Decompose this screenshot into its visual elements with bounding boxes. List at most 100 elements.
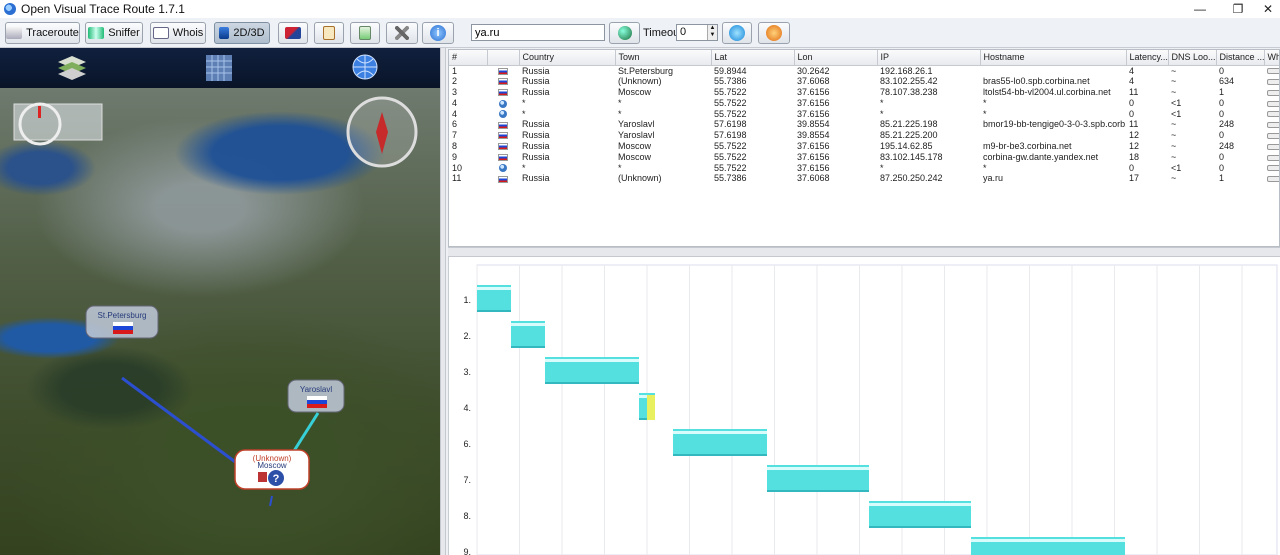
table-cell: 83.102.145.178 — [880, 151, 943, 162]
flag-cell — [487, 109, 519, 120]
gantt-bar[interactable] — [511, 321, 545, 348]
table-row[interactable]: 6 Russia Yaroslavl 57.6198 39.8554 85.21.225.… — [449, 119, 1279, 130]
column-header[interactable]: Lon — [794, 50, 878, 66]
map-panel[interactable]: St.Petersburg Yaroslavl (Unknown) Moscow… — [0, 48, 440, 555]
whois-row-button[interactable] — [1267, 100, 1279, 107]
flag-cell — [487, 141, 519, 152]
table-cell: 0 — [1129, 162, 1135, 173]
table-cell: 7 — [452, 130, 458, 141]
whois-row-button[interactable] — [1267, 132, 1279, 139]
table-cell: ~ — [1171, 76, 1177, 87]
compass-icon[interactable] — [346, 96, 418, 168]
whois-row-button[interactable] — [1267, 78, 1279, 85]
whois-row-button[interactable] — [1267, 176, 1279, 183]
clipboard-button[interactable] — [314, 22, 344, 44]
table-cell: 634 — [1219, 76, 1235, 87]
table-row[interactable]: 9 Russia Moscow 55.7522 37.6156 83.102.145.17… — [449, 151, 1279, 163]
traceroute-button[interactable]: Traceroute — [5, 22, 80, 44]
gantt-bar[interactable] — [545, 357, 639, 384]
horizontal-splitter[interactable] — [448, 247, 1280, 257]
grid-icon[interactable] — [206, 55, 232, 81]
layers-icon[interactable] — [58, 56, 86, 80]
table-cell: bras55-lo0.spb.corbina.net — [983, 76, 1090, 87]
table-cell: Moscow — [618, 151, 652, 162]
whois-row-button[interactable] — [1267, 111, 1279, 118]
timeout-stepper[interactable]: 0 ▲ ▼ — [676, 24, 718, 41]
table-row[interactable]: 10 * * 55.7522 37.6156 * * 0 <1 0 — [449, 162, 1279, 174]
map-label-st-petersburg: St.Petersburg — [98, 311, 147, 320]
gantt-bar[interactable] — [477, 285, 511, 312]
settings-button[interactable] — [386, 22, 418, 44]
whois-row-button[interactable] — [1267, 122, 1279, 129]
stepper-arrows-icon[interactable]: ▲ ▼ — [707, 25, 717, 40]
map-view-button[interactable] — [278, 22, 308, 44]
table-cell: 3 — [452, 87, 458, 98]
column-header[interactable]: Latency... — [1126, 50, 1169, 66]
table-cell: * — [522, 108, 526, 119]
column-header[interactable]: Town — [615, 50, 712, 66]
resolve-host-button[interactable] — [609, 22, 640, 44]
globe-view-icon[interactable] — [352, 54, 378, 80]
table-cell: ~ — [1171, 65, 1177, 76]
gantt-bar[interactable] — [673, 429, 767, 456]
table-row[interactable]: 2 Russia (Unknown) 55.7386 37.6068 83.102.255… — [449, 76, 1279, 87]
sniffer-icon — [88, 27, 105, 39]
table-cell: Russia — [522, 151, 550, 162]
vertical-splitter[interactable] — [440, 48, 446, 555]
map-marker-st-petersburg[interactable]: St.Petersburg — [85, 305, 159, 339]
whois-row-button[interactable] — [1267, 89, 1279, 96]
whois-row-button[interactable] — [1267, 143, 1279, 150]
map-marker-moscow[interactable]: (Unknown) Moscow ? — [234, 449, 310, 490]
gantt-row-label: 6. — [463, 439, 471, 449]
whois-cell — [1264, 173, 1279, 184]
flag-russia-icon — [498, 89, 508, 97]
satellite-map[interactable]: St.Petersburg Yaroslavl (Unknown) Moscow… — [0, 88, 440, 555]
table-cell: 4 — [1129, 76, 1135, 87]
view-2d3d-button[interactable]: 2D/3D — [214, 22, 270, 44]
column-header[interactable]: # — [449, 50, 488, 66]
table-row[interactable]: 4 * * 55.7522 37.6156 * * 0 <1 0 — [449, 97, 1279, 109]
host-input[interactable] — [471, 24, 605, 41]
clear-button[interactable] — [758, 22, 790, 44]
gantt-bar[interactable] — [869, 501, 971, 528]
gantt-bar[interactable] — [767, 465, 869, 492]
close-button[interactable]: ✕ — [1256, 0, 1280, 18]
gantt-row-label: 9. — [463, 547, 471, 555]
table-row[interactable]: 8 Russia Moscow 55.7522 37.6156 195.14.62.85 m… — [449, 141, 1279, 152]
whois-row-button[interactable] — [1267, 165, 1279, 172]
table-cell: * — [522, 162, 526, 173]
table-cell — [980, 130, 1126, 141]
column-header[interactable]: Hostname — [980, 50, 1127, 66]
table-cell: ya.ru — [983, 173, 1004, 184]
table-cell: 55.7522 — [714, 97, 747, 108]
sniffer-button[interactable]: Sniffer — [85, 22, 143, 44]
column-header[interactable]: Lat — [711, 50, 795, 66]
column-header[interactable] — [487, 50, 520, 66]
about-button[interactable]: i — [422, 22, 454, 44]
gantt-bar[interactable] — [639, 393, 655, 420]
table-cell: 37.6156 — [797, 162, 830, 173]
maximize-button[interactable]: ❐ — [1218, 0, 1258, 18]
column-header[interactable]: IP — [877, 50, 981, 66]
table-row[interactable]: 7 Russia Yaroslavl 57.6198 39.8554 85.21.225.… — [449, 130, 1279, 141]
table-cell: 37.6068 — [797, 76, 830, 87]
column-header[interactable]: Country — [519, 50, 616, 66]
table-cell: Russia — [522, 65, 550, 76]
table-row[interactable]: 1 Russia St.Petersburg 59.8944 30.2642 192.16… — [449, 65, 1279, 76]
table-row[interactable]: 3 Russia Moscow 55.7522 37.6156 78.107.38.238… — [449, 87, 1279, 98]
whois-row-button[interactable] — [1267, 154, 1279, 161]
column-header[interactable]: DNS Loo... — [1168, 50, 1217, 66]
minimize-button[interactable]: — — [1180, 0, 1220, 18]
gantt-bar[interactable] — [971, 537, 1125, 555]
whois-button[interactable]: Whois — [150, 22, 206, 44]
table-row[interactable]: 4 * * 55.7522 37.6156 * * 0 <1 0 — [449, 108, 1279, 120]
table-row[interactable]: 11 Russia (Unknown) 55.7386 37.6068 87.250.25… — [449, 173, 1279, 184]
column-header[interactable]: Wh — [1264, 50, 1279, 66]
table-cell: 83.102.255.42 — [880, 76, 938, 87]
column-header[interactable]: Distance ... — [1216, 50, 1265, 66]
minimap[interactable] — [13, 102, 103, 146]
export-button[interactable] — [350, 22, 380, 44]
start-trace-button[interactable] — [722, 22, 752, 44]
whois-row-button[interactable] — [1267, 68, 1279, 75]
map-marker-yaroslavl[interactable]: Yaroslavl — [287, 379, 345, 413]
